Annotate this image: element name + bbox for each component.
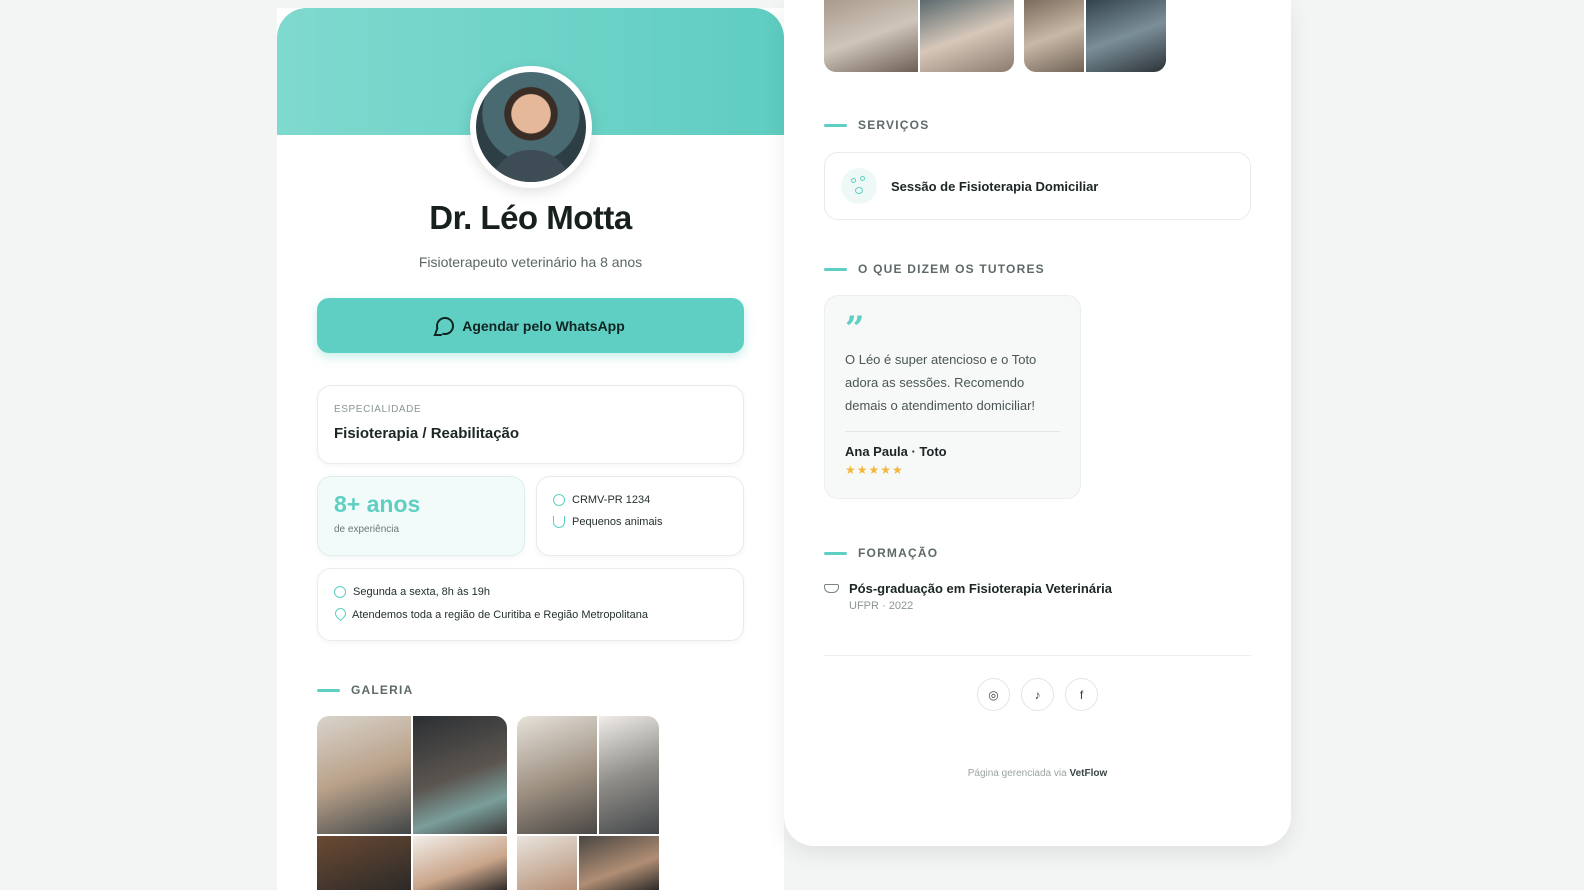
crmv-text: CRMV-PR 1234 xyxy=(572,494,651,506)
quote-icon: ” xyxy=(845,309,865,349)
testimonial-card: ” O Léo é super atencioso e o Toto adora… xyxy=(824,295,1081,499)
service-label: Sessão de Fisioterapia Domiciliar xyxy=(891,178,1099,194)
whatsapp-button[interactable]: Agendar pelo WhatsApp xyxy=(317,298,744,353)
testimonials-heading: O QUE DIZEM OS TUTORES xyxy=(824,262,1045,276)
hours-text: Segunda a sexta, 8h às 19h xyxy=(353,586,490,598)
map-pin-icon xyxy=(334,608,345,621)
gallery-photo-2[interactable] xyxy=(517,716,659,890)
top-strip xyxy=(277,0,784,8)
credentials-card: CRMV-PR 1234 Pequenos animais xyxy=(536,476,744,556)
services-heading: SERVIÇOS xyxy=(824,118,929,132)
avatar xyxy=(470,66,592,188)
check-circle-icon xyxy=(553,494,565,506)
instagram-icon[interactable]: ◎ xyxy=(977,678,1010,711)
footer-divider xyxy=(824,655,1251,656)
testimonials-heading-text: O QUE DIZEM OS TUTORES xyxy=(858,262,1045,276)
heading-accent-bar xyxy=(824,551,847,555)
service-item[interactable]: Sessão de Fisioterapia Domiciliar xyxy=(824,152,1251,220)
education-title: Pós-graduação em Fisioterapia Veterinári… xyxy=(849,581,1112,596)
heading-accent-bar xyxy=(824,123,847,127)
experience-label: de experiência xyxy=(334,524,400,535)
experience-value: 8+ anos xyxy=(334,491,421,517)
tiktok-icon[interactable]: ♪ xyxy=(1021,678,1054,711)
crmv-line: CRMV-PR 1234 xyxy=(553,494,727,506)
education-heading-text: FORMAÇÃO xyxy=(858,546,939,560)
stethoscope-icon xyxy=(553,516,565,528)
testimonial-quote: O Léo é super atencioso e o Toto adora a… xyxy=(845,352,1037,413)
clock-icon xyxy=(334,586,346,598)
specialty-value: Fisioterapia / Reabilitação xyxy=(334,425,520,442)
avatar-photo xyxy=(476,72,586,182)
footer-prefix: Página gerenciada via xyxy=(967,768,1070,779)
footer-brand-link[interactable]: VetFlow xyxy=(1069,768,1107,779)
rating-stars: ★★★★★ xyxy=(845,463,904,477)
heading-accent-bar xyxy=(824,267,847,271)
experience-card: 8+ anos de experiência xyxy=(317,476,525,556)
paw-icon xyxy=(841,168,877,204)
profile-card: Dr. Léo Motta Fisioterapeuto veterinário… xyxy=(277,0,784,890)
right-column-card: SERVIÇOS Sessão de Fisioterapia Domicili… xyxy=(784,0,1291,846)
graduation-cap-icon xyxy=(824,584,839,594)
education-item: Pós-graduação em Fisioterapia Veterinári… xyxy=(824,581,1112,612)
region-text: Atendemos toda a região de Curitiba e Re… xyxy=(352,608,648,621)
testimonial-author: Ana Paula · Toto xyxy=(845,444,947,459)
specialty-card: ESPECIALIDADE Fisioterapia / Reabilitaçã… xyxy=(317,385,744,464)
gallery-heading-text: GALERIA xyxy=(351,683,414,697)
divider xyxy=(845,431,1060,432)
profile-name: Dr. Léo Motta xyxy=(429,199,632,236)
facebook-icon[interactable]: f xyxy=(1065,678,1098,711)
education-heading: FORMAÇÃO xyxy=(824,546,938,560)
specialty-label: ESPECIALIDADE xyxy=(334,404,422,415)
education-detail: UFPR · 2022 xyxy=(849,600,914,612)
gallery-photo-4[interactable] xyxy=(1024,0,1166,72)
patients-text: Pequenos animais xyxy=(572,516,663,528)
chat-icon xyxy=(436,316,455,335)
heading-accent-bar xyxy=(317,688,340,692)
gallery-photo-1[interactable] xyxy=(317,716,507,890)
whatsapp-button-label: Agendar pelo WhatsApp xyxy=(462,317,625,334)
gallery-photo-3[interactable] xyxy=(824,0,1014,72)
gallery-heading: GALERIA xyxy=(317,683,413,697)
region-line: Atendemos toda a região de Curitiba e Re… xyxy=(334,608,727,621)
footer-text: Página gerenciada via VetFlow xyxy=(784,768,1291,779)
hours-line: Segunda a sexta, 8h às 19h xyxy=(334,586,727,598)
profile-subtitle: Fisioterapeuto veterinário ha 8 anos xyxy=(418,254,643,270)
services-heading-text: SERVIÇOS xyxy=(858,118,930,132)
patients-line: Pequenos animais xyxy=(553,516,727,528)
availability-card: Segunda a sexta, 8h às 19h Atendemos tod… xyxy=(317,568,744,641)
